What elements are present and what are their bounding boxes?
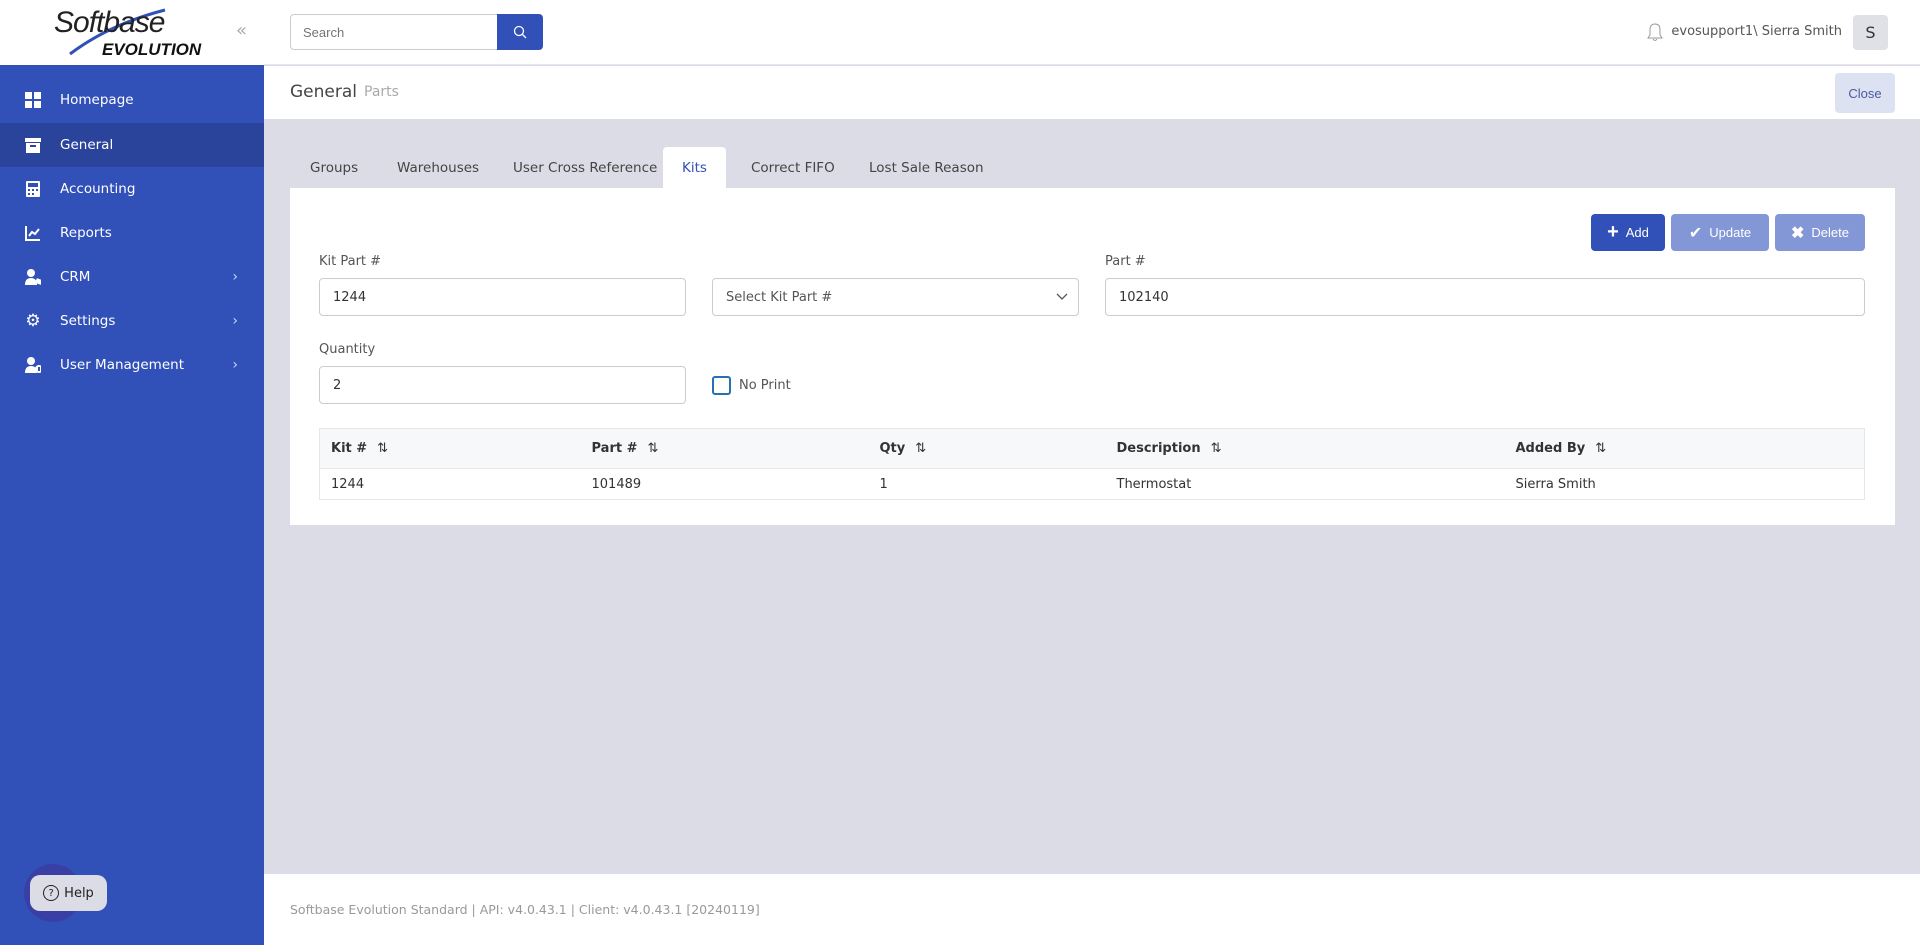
sidebar-item-label: Settings [60,313,115,329]
kits-table: Kit #⇅ Part #⇅ Qty⇅ Description⇅ Added B… [319,428,1865,500]
add-label: Add [1626,225,1649,240]
chevron-right-icon: › [232,269,238,285]
chevron-right-icon: › [232,313,238,329]
kit-part-select[interactable]: Select Kit Part # [712,278,1079,316]
quantity-input[interactable]: 2 [319,366,686,404]
sort-icon[interactable]: ⇅ [648,441,659,456]
delete-label: Delete [1811,225,1849,240]
user-tag-icon [25,269,41,285]
calculator-icon [25,181,41,197]
kit-part-input[interactable]: 1244 [319,278,686,316]
sort-icon[interactable]: ⇅ [915,441,926,456]
add-button[interactable]: + Add [1591,214,1665,251]
tab-lost-sale-reason[interactable]: Lost Sale Reason [849,147,1004,188]
column-header-kit[interactable]: Kit #⇅ [320,429,581,469]
breadcrumb-section: General [290,82,357,102]
plus-icon: + [1607,221,1619,244]
version-info: Softbase Evolution Standard | API: v4.0.… [290,902,760,917]
avatar[interactable]: S [1853,15,1888,50]
sort-icon[interactable]: ⇅ [1211,441,1222,456]
sidebar-item-label: Reports [60,225,112,241]
tab-warehouses[interactable]: Warehouses [377,147,499,188]
logo-subtext: EVOLUTION [102,40,201,60]
chevron-right-icon: › [232,357,238,373]
logo-text: Softbase [54,6,164,40]
no-print-label: No Print [739,378,791,393]
close-button[interactable]: Close [1835,73,1895,113]
sidebar-item-user-management[interactable]: User Management › [0,343,264,387]
check-icon: ✔ [1689,223,1702,243]
sidebar-item-accounting[interactable]: Accounting [0,167,264,211]
grid-icon [25,92,41,108]
cell-qty: 1 [869,469,1106,500]
part-input[interactable]: 102140 [1105,278,1865,316]
kit-part-select-placeholder: Select Kit Part # [726,290,832,305]
tab-groups[interactable]: Groups [290,147,378,188]
update-button[interactable]: ✔ Update [1671,214,1769,251]
kit-part-label: Kit Part # [319,254,381,269]
tab-kits[interactable]: Kits [663,147,726,188]
column-header-qty[interactable]: Qty⇅ [869,429,1106,469]
user-lock-icon [25,357,41,373]
sidebar: Softbase EVOLUTION « Homepage General Ac… [0,0,264,945]
sidebar-item-reports[interactable]: Reports [0,211,264,255]
breadcrumb-page: Parts [364,84,399,100]
search-button[interactable] [497,14,543,50]
archive-icon [25,137,41,153]
logo: Softbase EVOLUTION [0,0,264,65]
chart-icon [25,225,41,241]
question-circle-icon: ? [43,885,59,901]
sidebar-item-label: CRM [60,269,90,285]
cell-part: 101489 [581,469,869,500]
no-print-checkbox[interactable] [712,376,731,395]
sort-icon[interactable]: ⇅ [1595,441,1606,456]
tab-user-cross-reference[interactable]: User Cross Reference [493,147,677,188]
table-row[interactable]: 1244 101489 1 Thermostat Sierra Smith [320,469,1865,500]
sidebar-item-homepage[interactable]: Homepage [0,78,264,122]
column-header-part[interactable]: Part #⇅ [581,429,869,469]
quantity-label: Quantity [319,342,375,357]
help-label: Help [64,886,94,901]
chevron-down-icon [1056,293,1068,301]
column-header-description[interactable]: Description⇅ [1106,429,1505,469]
collapse-sidebar-icon[interactable]: « [236,20,247,41]
cell-kit: 1244 [320,469,581,500]
cell-added-by: Sierra Smith [1505,469,1865,500]
gear-icon: ⚙ [25,313,41,329]
search-icon [513,25,527,39]
tab-correct-fifo[interactable]: Correct FIFO [731,147,855,188]
part-label: Part # [1105,254,1146,269]
column-header-added-by[interactable]: Added By⇅ [1505,429,1865,469]
help-button[interactable]: ? Help [30,875,107,911]
update-label: Update [1709,225,1751,240]
sidebar-item-label: General [60,137,113,153]
cell-description: Thermostat [1106,469,1505,500]
sidebar-item-settings[interactable]: ⚙ Settings › [0,299,264,343]
user-name[interactable]: evosupport1\ Sierra Smith [1640,24,1842,39]
search-input[interactable] [290,14,498,50]
sidebar-item-general[interactable]: General [0,123,264,167]
table-header-row: Kit #⇅ Part #⇅ Qty⇅ Description⇅ Added B… [320,429,1865,469]
breadcrumb-bar [264,66,1920,119]
sort-icon[interactable]: ⇅ [377,441,388,456]
x-icon: ✖ [1791,223,1804,243]
sidebar-item-label: Accounting [60,181,135,197]
sidebar-item-label: User Management [60,357,184,373]
delete-button[interactable]: ✖ Delete [1775,214,1865,251]
sidebar-item-label: Homepage [60,92,134,108]
sidebar-item-crm[interactable]: CRM › [0,255,264,299]
